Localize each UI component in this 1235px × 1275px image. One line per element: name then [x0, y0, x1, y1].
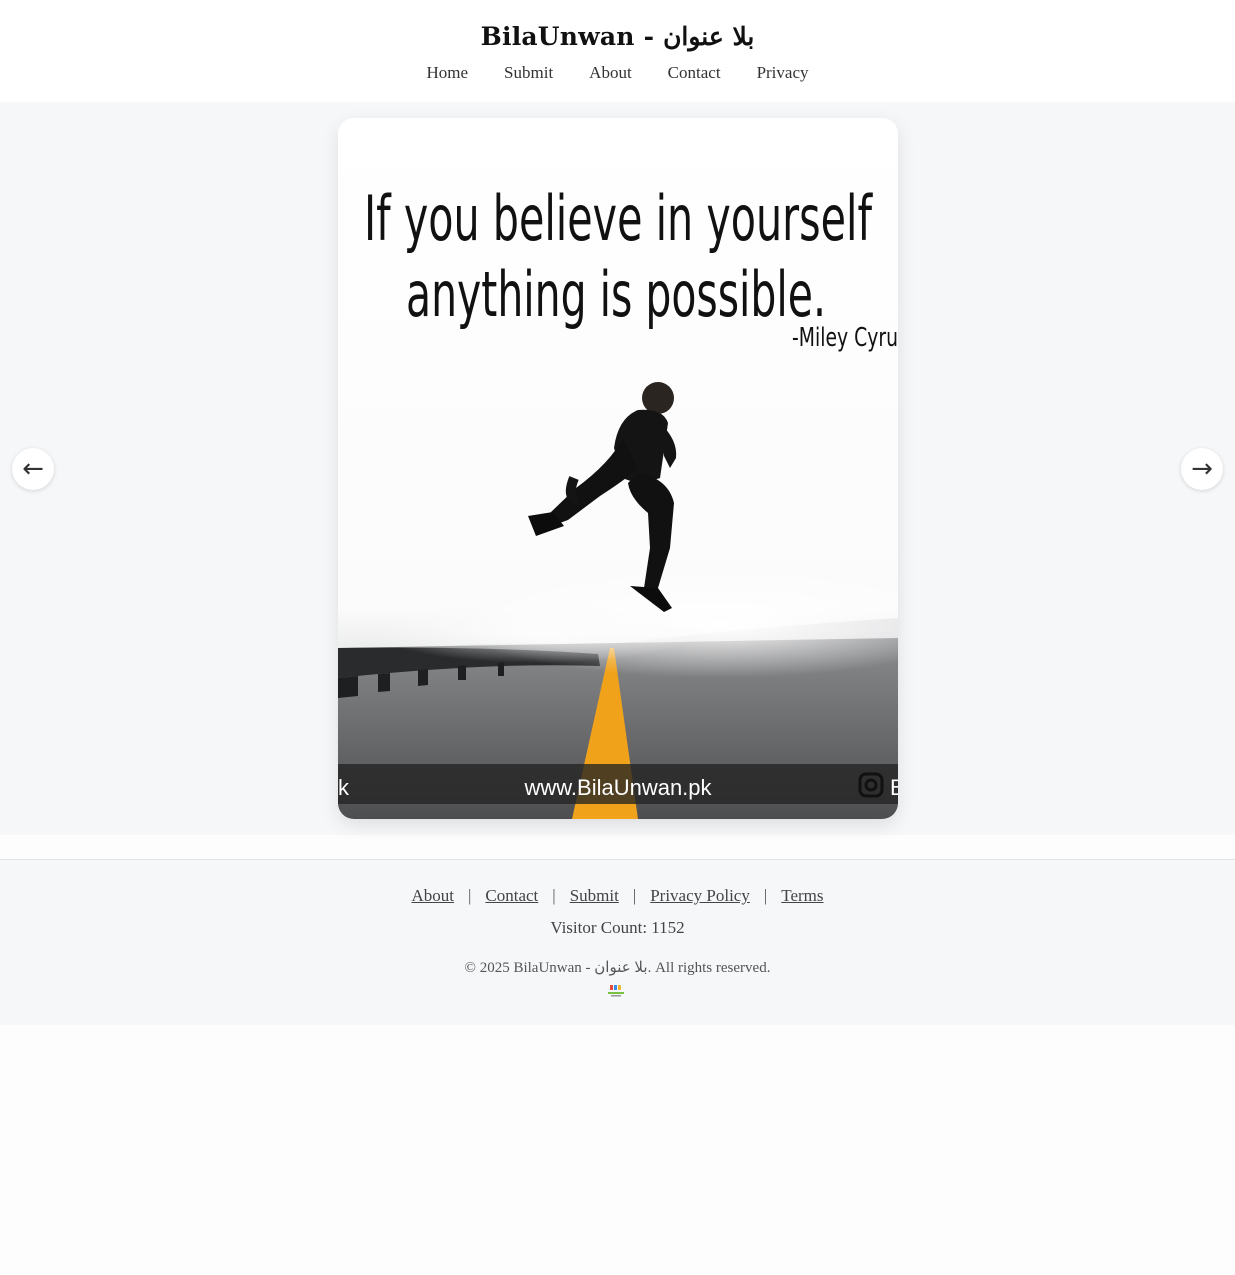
nav-about[interactable]: About [589, 63, 632, 83]
nav-submit[interactable]: Submit [504, 63, 553, 83]
footer-separator: | [467, 886, 472, 905]
site-logo-icon [608, 985, 624, 997]
footer-separator: | [552, 886, 556, 905]
main-nav: Home Submit About Contact Privacy [0, 63, 1235, 83]
nav-contact[interactable]: Contact [668, 63, 721, 83]
footer-link-about[interactable]: About [411, 886, 454, 906]
quote-author: -Miley Cyru [792, 323, 898, 353]
watermark-right-fragment: B [890, 775, 898, 800]
arrow-right-icon: → [1191, 454, 1213, 484]
footer-link-contact[interactable]: Contact [485, 886, 538, 906]
footer-separator: | [632, 886, 637, 905]
site-footer: About | Contact | Submit | Privacy Polic… [0, 859, 1235, 1025]
slider-stage: ← If you believe in yourself anything is… [0, 102, 1235, 835]
footer-link-privacy-policy[interactable]: Privacy Policy [650, 886, 750, 906]
footer-link-submit[interactable]: Submit [570, 886, 619, 906]
arrow-left-icon: ← [22, 454, 44, 484]
prev-slide-button[interactable]: ← [12, 448, 54, 490]
footer-separator: | [763, 886, 768, 905]
quote-image: If you believe in yourself anything is p… [338, 118, 898, 819]
footer-link-terms[interactable]: Terms [781, 886, 823, 906]
next-slide-button[interactable]: → [1181, 448, 1223, 490]
copyright-text: © 2025 BilaUnwan - بلا عنوان. All rights… [464, 960, 771, 976]
nav-privacy[interactable]: Privacy [757, 63, 809, 83]
watermark-url: www.BilaUnwan.pk [523, 775, 712, 800]
quote-line-1: If you believe in yourself [364, 182, 873, 255]
nav-home[interactable]: Home [427, 63, 469, 83]
footer-links: About | Contact | Submit | Privacy Polic… [0, 886, 1235, 906]
site-header: BilaUnwan - بلا عنوان Home Submit About … [0, 0, 1235, 102]
quote-card[interactable]: If you believe in yourself anything is p… [338, 118, 898, 819]
site-title[interactable]: BilaUnwan - بلا عنوان [0, 22, 1235, 51]
visitor-count: Visitor Count: 1152 [550, 918, 685, 937]
quote-line-2: anything is possible. [406, 258, 826, 331]
watermark-left-fragment: k [338, 775, 350, 800]
